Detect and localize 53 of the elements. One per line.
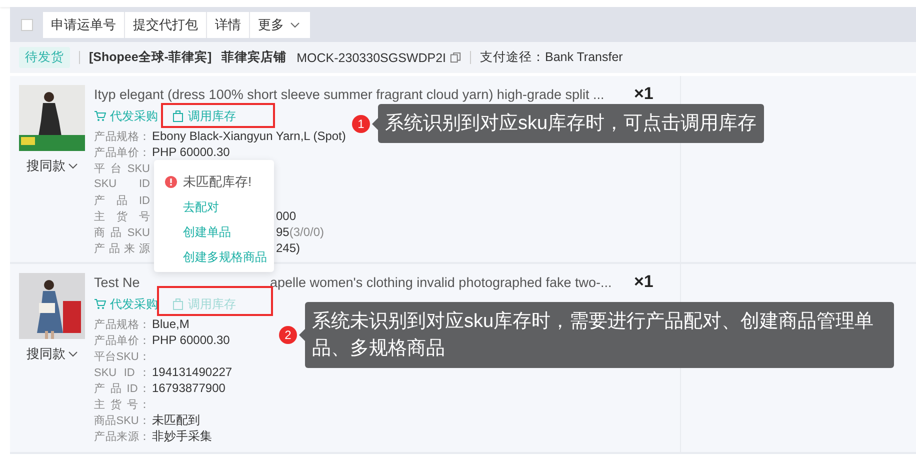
field-value: 非妙手采集: [152, 428, 212, 444]
field-label: 产品单价：: [94, 146, 150, 160]
field-label: SKU ID: [94, 178, 150, 190]
status-tag: 待发货: [19, 47, 70, 68]
bag-icon: [172, 298, 184, 310]
popover-title: 未匹配库存!: [183, 173, 252, 191]
field-label: 产 品 ID: [94, 194, 150, 208]
field-label: 产品规格：: [94, 318, 150, 332]
select-all-checkbox[interactable]: [21, 18, 33, 30]
field-value: PHP 60000.30: [152, 145, 230, 159]
cart-icon: [94, 110, 106, 122]
product-title[interactable]: Test Ne: [94, 274, 270, 290]
field-value: PHP 60000.30: [152, 333, 230, 347]
field-value: Blue,M: [152, 317, 190, 331]
warning-icon: [165, 176, 177, 188]
bag-icon: [172, 110, 184, 122]
field-label: 产品来源: [94, 242, 150, 256]
field-value: 16793877900: [152, 381, 226, 395]
field-label: 平台SKU: [94, 162, 150, 176]
quantity: ×1: [634, 272, 654, 292]
field-label: 产品来源：: [94, 430, 150, 444]
callout-text: 系统未识别到对应sku库存时，需要进行产品配对、创建商品管理单品、多规格商品: [312, 310, 875, 361]
copy-icon: [450, 52, 461, 63]
shop-platform: [Shopee全球-菲律宾]: [89, 49, 212, 66]
cart-icon: [94, 298, 106, 310]
chevron-down-icon: [68, 163, 78, 169]
field-label: 商品SKU: [94, 226, 150, 240]
chevron-down-icon: [290, 22, 300, 28]
search-similar-dropdown[interactable]: 搜同款: [26, 157, 78, 175]
payment-method: 支付途径：Bank Transfer: [480, 49, 623, 66]
field-value: Ebony Black-Xiangyun Yarn,L (Spot): [152, 129, 346, 143]
shop-name: 菲律宾店铺: [222, 49, 287, 66]
field-value: 194131490227: [152, 365, 232, 379]
field-value: 未匹配到: [152, 412, 200, 428]
field-label: 产品单价：: [94, 334, 150, 348]
field-label: 主 货 号：: [94, 398, 150, 412]
field-value: 245): [276, 241, 300, 255]
callout-text: 系统识别到对应sku库存时，可点击调用库存: [385, 112, 757, 136]
quantity: ×1: [634, 84, 654, 104]
field-label: SKU ID：: [94, 366, 150, 380]
product-title[interactable]: Ityp elegant (dress 100% short sleeve summer fragrant cloud yarn) high-grade split ...: [94, 86, 604, 102]
field-label: 产 品 ID：: [94, 382, 150, 396]
field-label: 产品规格：: [94, 130, 150, 144]
field-label: 主 货 号: [94, 210, 150, 224]
field-label: 商品SKU：: [94, 414, 150, 428]
order-number: MOCK-230330SGSWDP2I: [296, 50, 446, 64]
field-label: 平台SKU：: [94, 350, 150, 364]
toolbar-button[interactable]: 申请运单号: [43, 12, 125, 38]
search-similar-dropdown[interactable]: 搜同款: [26, 345, 78, 363]
product-title[interactable]: apelle women's clothing invalid photographed fake two-...: [270, 274, 612, 290]
field-value: 000: [276, 209, 296, 223]
field-value: 95(3/0/0): [276, 225, 324, 239]
chevron-down-icon: [68, 351, 78, 357]
